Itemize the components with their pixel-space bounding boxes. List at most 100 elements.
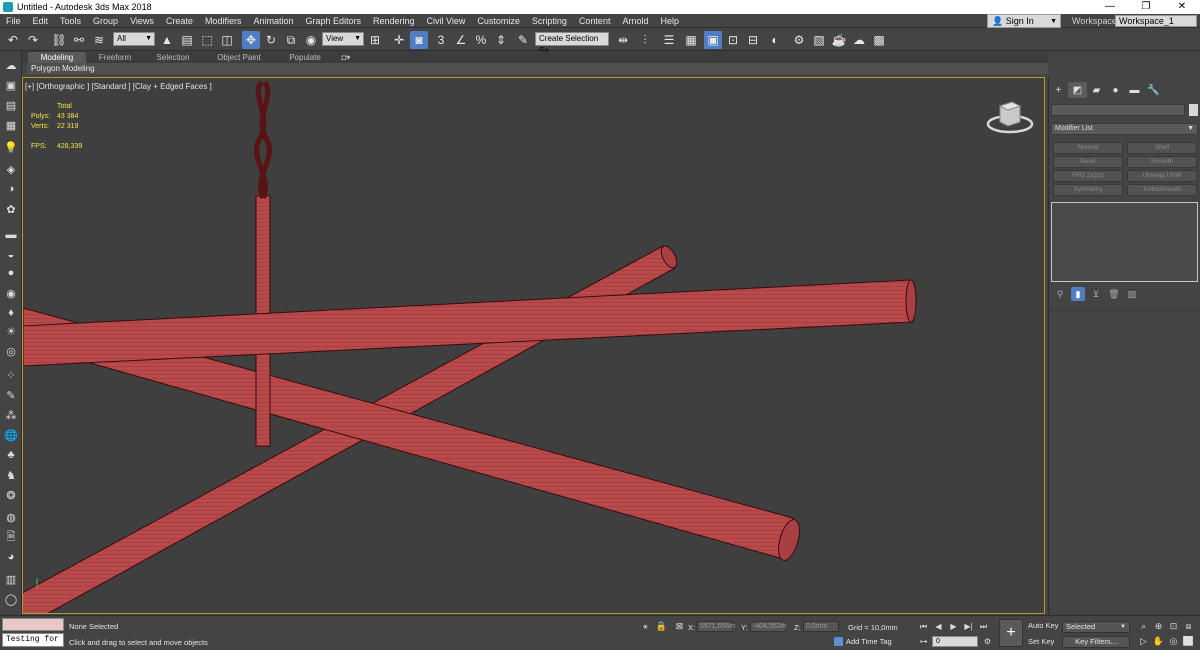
modifier-smooth-button[interactable]: Smooth <box>1127 156 1197 168</box>
minimize-button[interactable]: — <box>1092 0 1128 14</box>
auto-key-button[interactable]: Auto Key <box>1028 621 1058 630</box>
modifier-ffd-button[interactable]: FFD 2x2x2 <box>1053 170 1123 182</box>
plane-icon[interactable]: ▬ <box>3 227 19 243</box>
menu-graph-editors[interactable]: Graph Editors <box>299 14 367 28</box>
figure-icon[interactable]: ♞ <box>3 467 19 483</box>
previous-frame-icon[interactable]: ◀ <box>933 621 944 632</box>
workspace-select[interactable]: Workspace_1 <box>1115 15 1197 27</box>
render-cloud-icon[interactable]: ▩ <box>870 31 888 49</box>
pan-icon[interactable]: ✋ <box>1153 636 1164 647</box>
link-icon[interactable]: ⛓ <box>50 31 68 49</box>
color-icon[interactable]: ◕ <box>3 549 19 565</box>
rectangular-selection-icon[interactable]: ⬚ <box>198 31 216 49</box>
y-coordinate-field[interactable]: -404,552m <box>750 621 786 632</box>
modifier-turbosmooth-button[interactable]: TurboSmooth <box>1127 184 1197 196</box>
maximize-button[interactable]: ❐ <box>1128 0 1164 14</box>
helper-icon[interactable]: ✿ <box>3 201 19 217</box>
tab-object-paint[interactable]: Object Paint <box>202 52 276 63</box>
undo-icon[interactable]: ↶ <box>4 31 22 49</box>
modifier-stack[interactable] <box>1051 202 1198 282</box>
next-frame-icon[interactable]: ▶| <box>963 621 974 632</box>
tab-modeling[interactable]: Modeling <box>28 51 86 63</box>
key-filters-button[interactable]: Key Filters... <box>1062 636 1130 648</box>
light-bulb-icon[interactable]: 💡 <box>3 139 19 155</box>
menu-modifiers[interactable]: Modifiers <box>199 14 248 28</box>
make-unique-icon[interactable]: ⊻ <box>1089 287 1103 301</box>
play-icon[interactable]: ▶ <box>948 621 959 632</box>
document-icon[interactable]: 🗎 <box>3 529 19 545</box>
layer-explorer-icon[interactable]: ▦ <box>682 31 700 49</box>
select-and-rotate-icon[interactable]: ↻ <box>262 31 280 49</box>
camera-icon[interactable]: ◈ <box>3 161 19 177</box>
mirror-icon[interactable]: ⇹ <box>614 31 632 49</box>
maxscript-mini-listener[interactable] <box>2 618 64 631</box>
go-to-start-icon[interactable]: ⏮ <box>918 621 929 632</box>
select-and-move-icon[interactable]: ✥ <box>242 31 260 49</box>
go-to-end-icon[interactable]: ⏭ <box>978 621 989 632</box>
key-mode-toggle-icon[interactable]: ⊶ <box>918 636 929 647</box>
zoom-extents-all-icon[interactable]: ⧈ <box>1183 621 1194 632</box>
material-editor-icon[interactable]: ◐ <box>766 31 784 49</box>
menu-create[interactable]: Create <box>160 14 199 28</box>
selection-lock-icon[interactable]: 🔒 <box>656 621 667 632</box>
modifier-unwrap-uvw-button[interactable]: Unwrap UVW <box>1127 170 1197 182</box>
schematic-view-icon[interactable]: ⊟ <box>744 31 762 49</box>
select-object-icon[interactable]: ▲ <box>158 31 176 49</box>
texture-icon[interactable]: ❂ <box>3 487 19 503</box>
spinner-snap-icon[interactable]: ⇕ <box>492 31 510 49</box>
snaps-toggle-icon[interactable]: 3 <box>432 31 450 49</box>
select-and-scale-icon[interactable]: ⧉ <box>282 31 300 49</box>
absolute-mode-icon[interactable]: ⊠ <box>674 621 685 632</box>
menu-tools[interactable]: Tools <box>54 14 87 28</box>
particles-icon[interactable]: ⁘ <box>3 367 19 383</box>
zoom-all-icon[interactable]: ⊕ <box>1153 621 1164 632</box>
menu-help[interactable]: Help <box>654 14 685 28</box>
spray-icon[interactable]: ⁂ <box>3 407 19 423</box>
modifier-list-dropdown[interactable]: Modifier List ▼ <box>1051 123 1198 135</box>
perspective-viewport[interactable]: [+] [Orthographic ] [Standard ] [Clay + … <box>22 77 1045 614</box>
render-setup-icon[interactable]: ⚙ <box>790 31 808 49</box>
hemisphere-icon[interactable]: ◒ <box>3 247 19 263</box>
reference-coordinate-dropdown[interactable]: View ▼ <box>322 32 364 46</box>
zoom-icon[interactable]: ⌕ <box>1138 621 1149 632</box>
archive-icon[interactable]: ▥ <box>3 571 19 587</box>
pencil-icon[interactable]: ✎ <box>3 387 19 403</box>
rendered-frame-window-icon[interactable]: ▧ <box>810 31 828 49</box>
selection-filter-dropdown[interactable]: All ▼ <box>113 32 155 46</box>
menu-customize[interactable]: Customize <box>471 14 526 28</box>
ball-icon[interactable]: ◍ <box>3 509 19 525</box>
create-tab-icon[interactable]: + <box>1049 82 1068 98</box>
edit-named-selection-icon[interactable]: ✎ <box>514 31 532 49</box>
modifier-normal-button[interactable]: Normal <box>1053 142 1123 154</box>
show-end-result-icon[interactable]: ▮ <box>1071 287 1085 301</box>
utilities-tab-icon[interactable]: 🔧 <box>1144 82 1163 98</box>
polygon-modeling-label[interactable]: Polygon Modeling <box>31 63 95 74</box>
set-key-icon[interactable]: + <box>999 619 1023 647</box>
selection-set-dropdown[interactable]: Selected ▼ <box>1062 621 1130 633</box>
motion-tab-icon[interactable]: ● <box>1106 82 1125 98</box>
angle-snap-icon[interactable]: ∠ <box>452 31 470 49</box>
display-tab-icon[interactable]: ▬ <box>1125 82 1144 98</box>
unlink-icon[interactable]: ⚯ <box>70 31 88 49</box>
plant-icon[interactable]: ♣ <box>3 447 19 463</box>
menu-civil-view[interactable]: Civil View <box>421 14 472 28</box>
geometry-icon[interactable]: ◑ <box>3 181 19 197</box>
menu-content[interactable]: Content <box>573 14 617 28</box>
menu-scripting[interactable]: Scripting <box>526 14 573 28</box>
field-of-view-icon[interactable]: ▷ <box>1138 636 1149 647</box>
menu-arnold[interactable]: Arnold <box>616 14 654 28</box>
bind-space-warp-icon[interactable]: ≋ <box>90 31 108 49</box>
display-icon[interactable]: ▦ <box>3 117 19 133</box>
select-by-name-icon[interactable]: ▤ <box>178 31 196 49</box>
curve-editor-icon[interactable]: ⊡ <box>724 31 742 49</box>
time-configuration-icon[interactable]: ⚙ <box>982 636 993 647</box>
current-frame-field[interactable]: 0 <box>932 636 978 647</box>
modifier-shell-button[interactable]: Shell <box>1127 142 1197 154</box>
keyboard-shortcut-override-icon[interactable]: ◙ <box>410 31 428 49</box>
window-crossing-icon[interactable]: ◫ <box>218 31 236 49</box>
remove-modifier-icon[interactable]: 🗑 <box>1107 287 1121 301</box>
tab-freeform[interactable]: Freeform <box>86 52 144 63</box>
named-selection-sets-dropdown[interactable]: Create Selection Se <box>535 32 609 55</box>
modify-tab-icon[interactable]: ◩ <box>1068 82 1087 98</box>
x-coordinate-field[interactable]: 5571,656m <box>697 621 735 632</box>
